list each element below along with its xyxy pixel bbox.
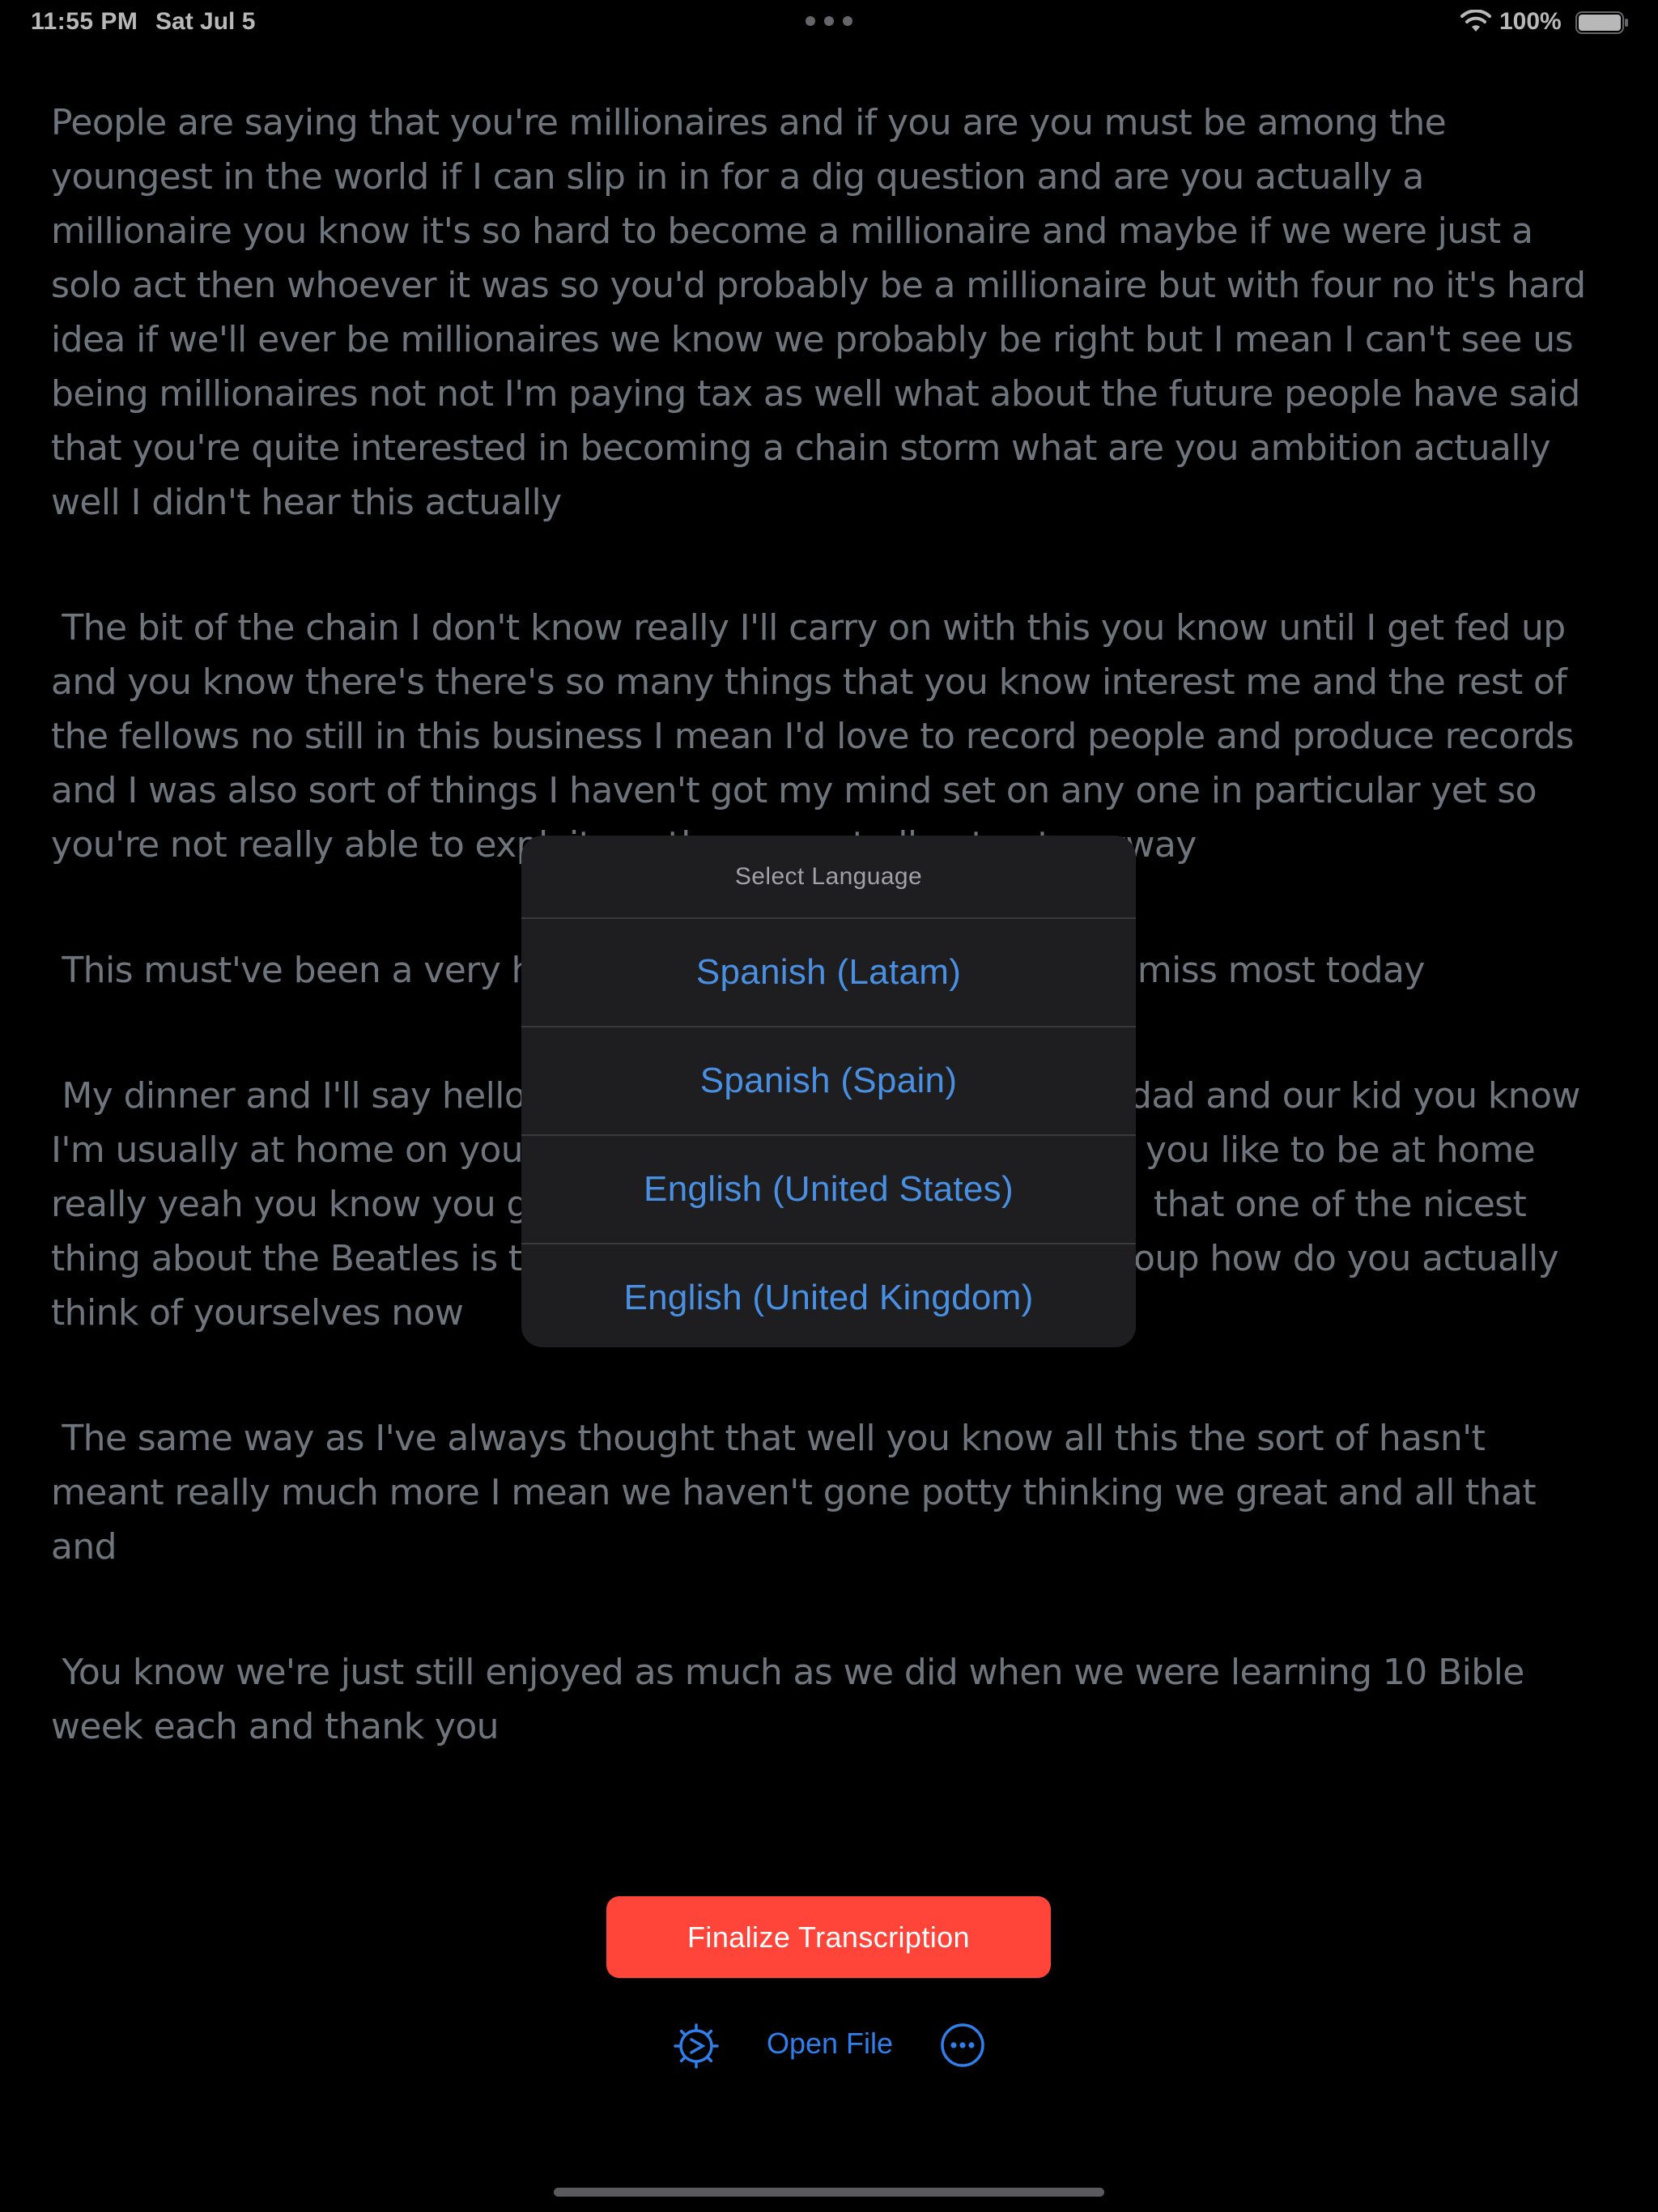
language-option-english-uk[interactable]: English (United Kingdom) [521, 1244, 1136, 1347]
language-select-sheet: Select Language Spanish (Latam) Spanish … [521, 836, 1136, 1347]
open-file-button[interactable]: Open File [745, 2027, 915, 2061]
language-option-spanish-latam[interactable]: Spanish (Latam) [521, 919, 1136, 1027]
sheet-title: Select Language [521, 836, 1136, 919]
finalize-transcription-button[interactable]: Finalize Transcription [606, 1896, 1051, 1978]
gear-waveform-icon[interactable] [672, 2022, 721, 2070]
language-option-english-us[interactable]: English (United States) [521, 1136, 1136, 1244]
home-indicator[interactable] [554, 2188, 1104, 2197]
ellipsis-circle-icon[interactable] [939, 2022, 986, 2069]
language-option-spanish-spain[interactable]: Spanish (Spain) [521, 1027, 1136, 1136]
